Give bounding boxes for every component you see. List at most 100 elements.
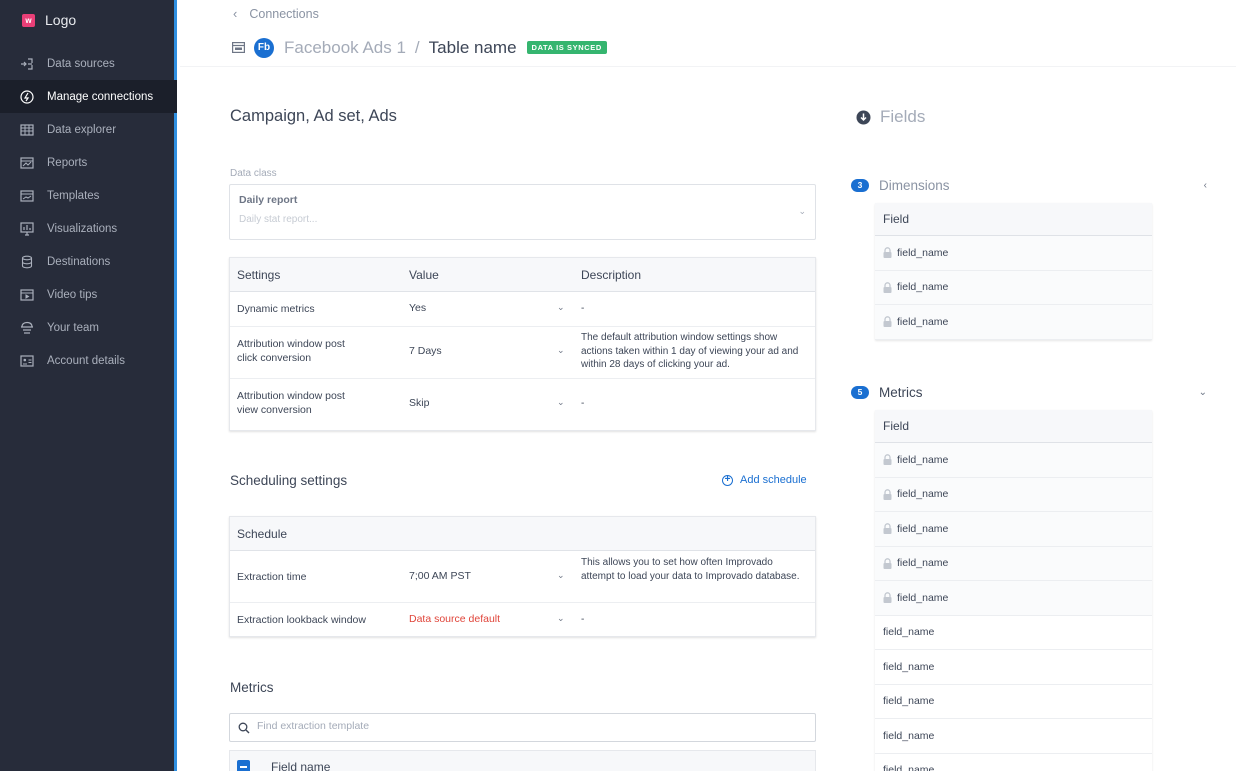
- section-title: Campaign, Ad set, Ads: [230, 107, 397, 125]
- database-icon: [19, 254, 34, 269]
- extraction-time-select[interactable]: 7;00 AM PST: [409, 570, 471, 582]
- sidebar-item-data-sources[interactable]: Data sources: [0, 47, 177, 80]
- facebook-source-badge: Fb: [254, 37, 274, 58]
- chevron-down-icon[interactable]: ⌄: [557, 570, 565, 581]
- list-item[interactable]: field_name: [875, 650, 1152, 685]
- lock-icon: [883, 454, 892, 466]
- chevron-left-icon[interactable]: ‹: [1204, 180, 1207, 191]
- list-item[interactable]: field_name: [875, 477, 1152, 512]
- sidebar-nav: Data sources Manage connections Data exp…: [0, 47, 177, 377]
- chevron-down-icon[interactable]: ⌄: [557, 397, 565, 408]
- sidebar-item-label: Data explorer: [47, 123, 117, 136]
- field-name: field_name: [883, 764, 935, 771]
- list-item[interactable]: field_name: [875, 305, 1152, 340]
- download-circle-icon: [856, 110, 871, 124]
- list-item[interactable]: field_name: [875, 719, 1152, 754]
- metrics-table-header: Field name: [229, 750, 816, 771]
- schedule-table: Schedule Extraction time 7;00 AM PST ⌄ T…: [229, 516, 816, 637]
- field-name: field_name: [883, 729, 935, 742]
- list-item[interactable]: field_name: [875, 685, 1152, 719]
- sidebar-item-your-team[interactable]: Your team: [0, 311, 177, 344]
- setting-name: Attribution window post view conversion: [237, 390, 345, 416]
- list-header: Field: [875, 203, 1152, 236]
- list-item[interactable]: field_name: [875, 754, 1152, 771]
- logo[interactable]: w Logo: [22, 12, 76, 28]
- dimensions-header[interactable]: 3 Dimensions ‹: [851, 178, 1207, 193]
- title-separator: /: [414, 37, 420, 57]
- sidebar-item-destinations[interactable]: Destinations: [0, 245, 177, 278]
- logo-text: Logo: [45, 12, 77, 28]
- field-name: field_name: [883, 695, 935, 708]
- list-item[interactable]: field_name: [875, 443, 1152, 478]
- source-name[interactable]: Facebook Ads 1: [284, 38, 406, 58]
- lock-icon: [883, 488, 892, 500]
- table-icon: [232, 42, 245, 53]
- metrics-header[interactable]: 5 Metrics ⌄: [851, 385, 1207, 400]
- field-name: field_name: [883, 660, 935, 673]
- lock-icon: [883, 316, 892, 328]
- list-item[interactable]: field_name: [875, 236, 1152, 271]
- sidebar-item-label: Data sources: [47, 57, 115, 70]
- setting-value-select[interactable]: Yes: [409, 302, 426, 314]
- team-icon: [19, 320, 34, 335]
- setting-value-select[interactable]: 7 Days: [409, 345, 442, 357]
- table-row: Attribution window post click conversion…: [230, 327, 815, 379]
- chevron-down-icon[interactable]: ⌄: [1199, 387, 1207, 398]
- chevron-down-icon[interactable]: ⌄: [557, 302, 565, 313]
- list-item[interactable]: field_name: [875, 581, 1152, 616]
- search-icon: [238, 722, 250, 734]
- breadcrumb[interactable]: ‹ Connections: [233, 6, 319, 21]
- list-item[interactable]: field_name: [875, 546, 1152, 581]
- column-header-schedule: Schedule: [237, 527, 288, 541]
- metrics-count-badge: 5: [851, 386, 869, 399]
- sidebar: w Logo Data sources Manage connections D…: [0, 0, 177, 771]
- header-divider: [180, 66, 1236, 67]
- data-class-select[interactable]: Daily report Daily stat report... ⌄: [229, 184, 816, 240]
- chevron-down-icon: ⌄: [798, 206, 806, 216]
- logo-badge: w: [22, 13, 35, 27]
- sidebar-item-manage-connections[interactable]: Manage connections: [0, 80, 177, 113]
- sidebar-item-video-tips[interactable]: Video tips: [0, 278, 177, 311]
- settings-table: Settings Value Description Dynamic metri…: [229, 257, 816, 431]
- table-header: Schedule: [230, 517, 815, 551]
- field-name: field_name: [897, 246, 949, 259]
- lookback-window-select[interactable]: Data source default: [409, 613, 500, 625]
- field-name: field_name: [883, 626, 935, 639]
- sidebar-item-data-explorer[interactable]: Data explorer: [0, 113, 177, 146]
- lock-icon: [883, 281, 892, 293]
- schedule-description: This allows you to set how often Improva…: [581, 557, 800, 582]
- sidebar-item-visualizations[interactable]: Visualizations: [0, 212, 177, 245]
- dimensions-title: Dimensions: [879, 178, 950, 193]
- search-input[interactable]: [257, 720, 797, 732]
- field-name: field_name: [897, 591, 949, 604]
- data-class-value: Daily report: [239, 194, 298, 206]
- add-schedule-label: Add schedule: [740, 474, 807, 486]
- setting-value-select[interactable]: Skip: [409, 397, 429, 409]
- video-icon: [19, 287, 34, 302]
- reports-icon: [19, 155, 34, 170]
- sidebar-item-label: Templates: [47, 189, 100, 202]
- breadcrumb-label: Connections: [249, 6, 319, 21]
- table-row: Dynamic metrics Yes ⌄ -: [230, 292, 815, 327]
- chevron-down-icon[interactable]: ⌄: [557, 345, 565, 356]
- list-item[interactable]: field_name: [875, 616, 1152, 650]
- data-class-label: Data class: [230, 168, 277, 179]
- sidebar-item-account-details[interactable]: Account details: [0, 344, 177, 377]
- list-item[interactable]: field_name: [875, 512, 1152, 547]
- table-row: Extraction time 7;00 AM PST ⌄ This allow…: [230, 551, 815, 603]
- metrics-title: Metrics: [230, 680, 274, 695]
- setting-description: The default attribution window settings …: [581, 332, 799, 370]
- select-all-checkbox[interactable]: [237, 760, 250, 771]
- list-item[interactable]: field_name: [875, 270, 1152, 305]
- sidebar-item-templates[interactable]: Templates: [0, 179, 177, 212]
- fields-title: Fields: [856, 107, 925, 127]
- add-schedule-button[interactable]: + Add schedule: [722, 474, 807, 486]
- field-name: field_name: [897, 315, 949, 328]
- chevron-down-icon[interactable]: ⌄: [557, 613, 565, 624]
- sidebar-item-reports[interactable]: Reports: [0, 146, 177, 179]
- search-input-wrapper[interactable]: [229, 713, 816, 742]
- sidebar-item-label: Account details: [47, 354, 125, 367]
- sidebar-item-label: Reports: [47, 156, 88, 169]
- setting-description: -: [581, 303, 585, 314]
- field-name: field_name: [897, 488, 949, 501]
